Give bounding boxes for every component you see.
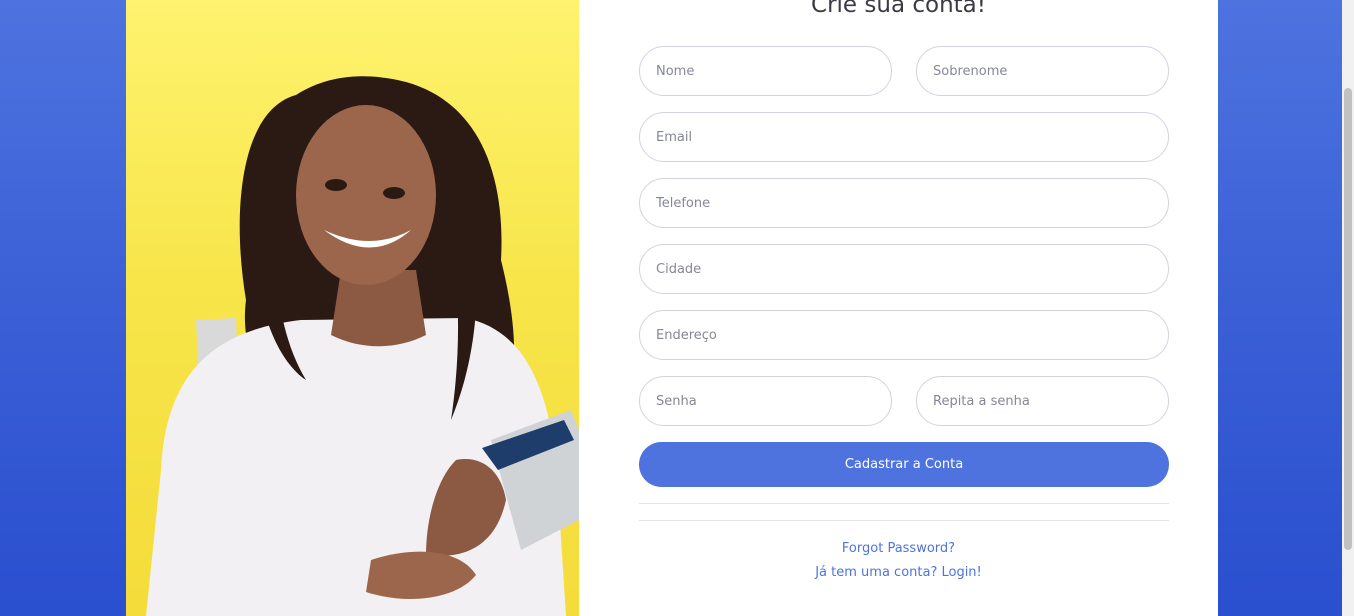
last-name-input[interactable]: Sobrenome xyxy=(916,46,1169,96)
email-input[interactable]: Email xyxy=(639,112,1169,162)
divider xyxy=(639,520,1169,521)
scrollbar-thumb[interactable] xyxy=(1344,88,1352,550)
page-title: Crie sua conta! xyxy=(811,0,986,18)
register-button[interactable]: Cadastrar a Conta xyxy=(639,442,1169,487)
last-name-placeholder: Sobrenome xyxy=(933,63,1008,79)
repeat-password-placeholder: Repita a senha xyxy=(933,393,1030,409)
address-placeholder: Endereço xyxy=(656,327,717,343)
phone-placeholder: Telefone xyxy=(656,195,711,211)
email-placeholder: Email xyxy=(656,129,693,145)
city-placeholder: Cidade xyxy=(656,261,702,277)
student-illustration xyxy=(146,76,579,616)
first-name-placeholder: Nome xyxy=(656,63,695,79)
register-button-label: Cadastrar a Conta xyxy=(844,457,964,472)
divider xyxy=(639,503,1169,504)
first-name-input[interactable]: Nome xyxy=(639,46,892,96)
phone-input[interactable]: Telefone xyxy=(639,178,1169,228)
register-form: Crie sua conta! Nome Sobrenome Email Tel… xyxy=(579,0,1218,616)
register-card: Crie sua conta! Nome Sobrenome Email Tel… xyxy=(126,0,1218,616)
password-placeholder: Senha xyxy=(656,393,697,409)
forgot-password-link[interactable]: Forgot Password? xyxy=(579,541,1218,556)
login-link[interactable]: Já tem uma conta? Login! xyxy=(579,565,1218,580)
page-scrollbar[interactable] xyxy=(1342,0,1354,616)
repeat-password-input[interactable]: Repita a senha xyxy=(916,376,1169,426)
address-input[interactable]: Endereço xyxy=(639,310,1169,360)
password-input[interactable]: Senha xyxy=(639,376,892,426)
student-photo xyxy=(126,0,579,616)
city-input[interactable]: Cidade xyxy=(639,244,1169,294)
